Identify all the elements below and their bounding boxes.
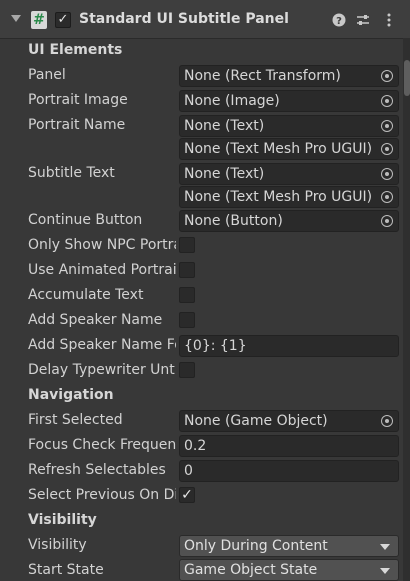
first-selected-label: First Selected [28, 412, 123, 428]
svg-text:?: ? [336, 16, 342, 27]
scrollbar-track[interactable] [403, 38, 410, 581]
add-speaker-name-checkbox[interactable] [179, 312, 195, 328]
delay-typewriter-until-open-checkbox[interactable] [179, 362, 195, 378]
object-picker-icon[interactable] [381, 120, 393, 132]
object-picker-icon[interactable] [381, 415, 393, 427]
component-enabled-checkbox[interactable]: ✓ [55, 12, 71, 28]
only-show-npc-portraits-checkbox[interactable] [179, 237, 195, 253]
start-state-label: Start State [28, 562, 104, 578]
object-picker-icon[interactable] [381, 168, 393, 180]
chevron-down-icon [380, 568, 390, 574]
continue-button-value: None (Button) [184, 213, 283, 229]
inspector-panel: # ✓ Standard UI Subtitle Panel ? UI Elem… [0, 0, 410, 581]
help-icon[interactable]: ? [331, 12, 347, 28]
panel-value: None (Rect Transform) [184, 68, 341, 84]
panel-label: Panel [28, 67, 66, 83]
section-visibility: Visibility [28, 512, 97, 528]
refresh-selectables-input[interactable]: 0 [179, 460, 399, 482]
select-previous-on-disable-checkbox[interactable]: ✓ [179, 487, 195, 503]
foldout-arrow-icon[interactable] [11, 15, 21, 22]
object-picker-icon[interactable] [381, 191, 393, 203]
first-selected-field[interactable]: None (Game Object) [179, 410, 399, 432]
section-ui-elements: UI Elements [28, 42, 123, 58]
scrollbar-thumb[interactable] [404, 60, 410, 96]
visibility-value: Only During Content [184, 538, 328, 554]
presets-icon[interactable] [355, 12, 371, 28]
portrait-name-text-field[interactable]: None (Text) [179, 115, 399, 137]
portrait-name-tmp-field[interactable]: None (Text Mesh Pro UGUI) [179, 138, 399, 160]
only-show-npc-portraits-label: Only Show NPC Portraits [28, 237, 176, 253]
object-picker-icon[interactable] [381, 215, 393, 227]
add-speaker-name-format-input[interactable]: {0}: {1} [179, 335, 399, 357]
accumulate-text-label: Accumulate Text [28, 287, 144, 303]
use-animated-portraits-checkbox[interactable] [179, 262, 195, 278]
subtitle-text-tmp-field[interactable]: None (Text Mesh Pro UGUI) [179, 186, 399, 208]
component-title: Standard UI Subtitle Panel [79, 11, 289, 27]
visibility-dropdown[interactable]: Only During Content [179, 535, 399, 557]
object-picker-icon[interactable] [381, 95, 393, 107]
add-speaker-name-label: Add Speaker Name [28, 312, 163, 328]
start-state-dropdown[interactable]: Game Object State [179, 559, 399, 581]
portrait-name-label: Portrait Name [28, 117, 126, 133]
focus-check-frequency-label: Focus Check Frequency [28, 437, 176, 453]
subtitle-text-field[interactable]: None (Text) [179, 163, 399, 185]
add-speaker-name-format-label: Add Speaker Name Format [28, 337, 176, 353]
refresh-selectables-label: Refresh Selectables [28, 462, 166, 478]
object-picker-icon[interactable] [381, 70, 393, 82]
focus-check-frequency-value: 0.2 [184, 438, 207, 454]
subtitle-text-label: Subtitle Text [28, 165, 115, 181]
delay-typewriter-until-open-label: Delay Typewriter Until Open [28, 362, 176, 378]
chevron-down-icon [380, 544, 390, 550]
select-previous-on-disable-label: Select Previous On Disable [28, 487, 176, 503]
refresh-selectables-value: 0 [184, 463, 193, 479]
use-animated-portraits-label: Use Animated Portraits [28, 262, 176, 278]
subtitle-text-tmp-value: None (Text Mesh Pro UGUI) [184, 189, 372, 205]
focus-check-frequency-input[interactable]: 0.2 [179, 435, 399, 457]
portrait-name-tmp-value: None (Text Mesh Pro UGUI) [184, 141, 372, 157]
continue-button-field[interactable]: None (Button) [179, 210, 399, 232]
accumulate-text-checkbox[interactable] [179, 287, 195, 303]
start-state-value: Game Object State [184, 562, 318, 578]
script-icon: # [31, 11, 47, 29]
portrait-image-label: Portrait Image [28, 92, 128, 108]
panel-field[interactable]: None (Rect Transform) [179, 65, 399, 87]
subtitle-text-value: None (Text) [184, 166, 265, 182]
section-navigation: Navigation [28, 387, 114, 403]
component-header[interactable]: # ✓ Standard UI Subtitle Panel ? [0, 0, 410, 39]
object-picker-icon[interactable] [381, 143, 393, 155]
portrait-image-field[interactable]: None (Image) [179, 90, 399, 112]
first-selected-value: None (Game Object) [184, 413, 328, 429]
kebab-menu-icon[interactable] [381, 12, 397, 28]
continue-button-label: Continue Button [28, 212, 143, 228]
portrait-name-text-value: None (Text) [184, 118, 265, 134]
visibility-label: Visibility [28, 537, 87, 553]
portrait-image-value: None (Image) [184, 93, 280, 109]
add-speaker-name-format-value: {0}: {1} [184, 338, 247, 354]
